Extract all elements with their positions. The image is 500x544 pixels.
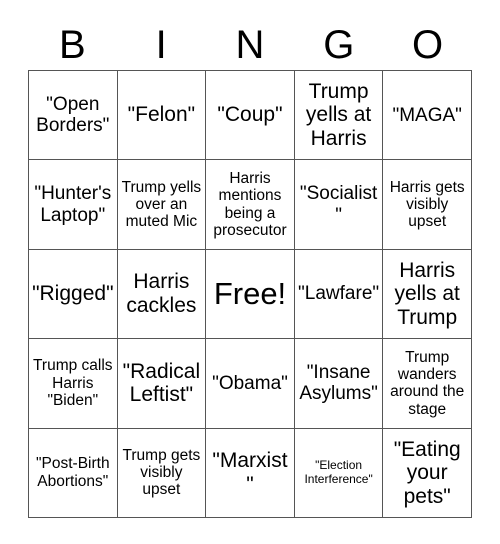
bingo-cell-i4[interactable]: "Radical Leftist"	[117, 339, 207, 429]
bingo-cell-label: "MAGA"	[392, 104, 462, 126]
bingo-cell-b2[interactable]: "Hunter's Laptop"	[29, 160, 118, 250]
bingo-cell-i3[interactable]: Harris cackles	[117, 249, 207, 340]
bingo-cell-o1[interactable]: "MAGA"	[383, 71, 472, 161]
bingo-cell-label: Trump yells over an muted Mic	[121, 178, 202, 231]
bingo-cell-label: "Post-Birth Abortions"	[36, 455, 110, 490]
bingo-header-letter-o: O	[412, 23, 444, 67]
bingo-cell-g4[interactable]: "Insane Asylums"	[294, 339, 384, 429]
bingo-cell-b4[interactable]: Trump calls Harris "Biden"	[29, 339, 118, 429]
bingo-cell-label: Trump calls Harris "Biden"	[33, 357, 113, 410]
bingo-header-letter-n: N	[235, 23, 265, 67]
bingo-cell-label: Free!	[213, 275, 287, 311]
bingo-header-letter-g: G	[323, 23, 355, 67]
bingo-header-letter-b: B	[59, 23, 86, 67]
bingo-cell-label: Trump gets visibly upset	[122, 446, 201, 499]
bingo-cell-label: "Felon"	[127, 103, 196, 127]
bingo-cell-o5[interactable]: "Eating your pets"	[383, 428, 472, 518]
bingo-cell-label: Harris cackles	[126, 270, 197, 317]
bingo-cell-label: Trump yells at Harris	[305, 79, 372, 150]
bingo-cell-label: "Coup"	[217, 103, 283, 127]
bingo-cell-label: Harris gets visibly upset	[389, 178, 465, 231]
bingo-cell-g1[interactable]: Trump yells at Harris	[294, 71, 384, 161]
bingo-cell-label: "Insane Asylums"	[299, 362, 378, 405]
bingo-cell-g3[interactable]: "Lawfare"	[294, 249, 384, 340]
bingo-cell-i5[interactable]: Trump gets visibly upset	[117, 428, 207, 518]
bingo-cell-label: "Hunter's Laptop"	[34, 183, 112, 226]
bingo-cell-i2[interactable]: Trump yells over an muted Mic	[117, 160, 207, 250]
bingo-cell-o3[interactable]: Harris yells at Trump	[383, 249, 472, 340]
bingo-cell-b3[interactable]: "Rigged"	[29, 249, 118, 340]
bingo-cell-i1[interactable]: "Felon"	[117, 71, 207, 161]
bingo-cell-n5[interactable]: "Marxist"	[206, 428, 295, 518]
bingo-card: B I N G O "Open Borders" "Felon" "Coup" …	[0, 0, 500, 544]
bingo-cell-label: Harris yells at Trump	[394, 258, 460, 329]
bingo-cell-b1[interactable]: "Open Borders"	[29, 71, 118, 161]
bingo-cell-label: "Lawfare"	[298, 283, 380, 305]
bingo-header: B I N G O	[28, 22, 472, 68]
bingo-cell-label: "Radical Leftist"	[122, 359, 201, 407]
bingo-cell-g5[interactable]: "Election Interference"	[294, 428, 384, 518]
bingo-cell-free-space[interactable]: Free!	[206, 249, 295, 340]
bingo-cell-n2[interactable]: Harris mentions being a prosecutor	[206, 160, 295, 250]
bingo-cell-n1[interactable]: "Coup"	[206, 71, 295, 161]
bingo-header-letter-i: I	[155, 23, 167, 67]
bingo-cell-label: Harris mentions being a prosecutor	[213, 169, 287, 239]
bingo-cell-o4[interactable]: Trump wanders around the stage	[383, 339, 472, 429]
bingo-cell-label: Trump wanders around the stage	[390, 348, 465, 418]
bingo-cell-label: "Eating your pets"	[393, 437, 461, 508]
bingo-cell-n4[interactable]: "Obama"	[206, 339, 295, 429]
bingo-cell-g2[interactable]: "Socialist"	[294, 160, 384, 250]
bingo-cell-label: "Rigged"	[32, 282, 114, 306]
bingo-cell-label: "Election Interference"	[304, 458, 373, 486]
bingo-grid: "Open Borders" "Felon" "Coup" Trump yell…	[28, 70, 472, 518]
bingo-cell-label: "Open Borders"	[36, 93, 110, 137]
bingo-cell-o2[interactable]: Harris gets visibly upset	[383, 160, 472, 250]
bingo-cell-label: "Obama"	[212, 372, 288, 394]
bingo-cell-label: "Marxist"	[212, 449, 288, 496]
bingo-cell-b5[interactable]: "Post-Birth Abortions"	[29, 428, 118, 518]
bingo-cell-label: "Socialist"	[299, 183, 378, 226]
